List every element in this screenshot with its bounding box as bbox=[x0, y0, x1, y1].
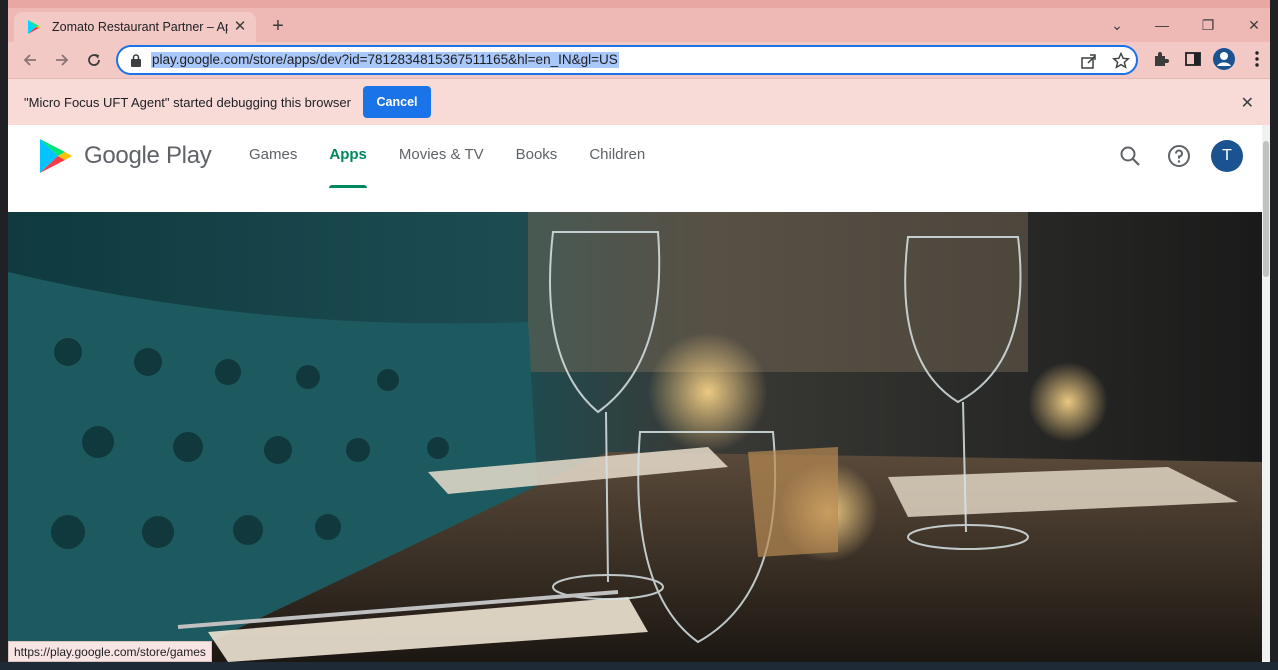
new-tab-button[interactable]: + bbox=[266, 15, 290, 39]
browser-chrome: Zomato Restaurant Partner – App ✕ + ⌄ — … bbox=[8, 8, 1270, 125]
tab-title: Zomato Restaurant Partner – App bbox=[52, 20, 228, 34]
search-icon[interactable] bbox=[1116, 142, 1144, 170]
url-text[interactable]: play.google.com/store/apps/dev?id=781283… bbox=[151, 52, 619, 68]
web-page: Google Play Games Apps Movies & TV Books… bbox=[8, 125, 1270, 662]
menu-kebab-icon[interactable] bbox=[1248, 50, 1266, 68]
browser-window: Zomato Restaurant Partner – App ✕ + ⌄ — … bbox=[0, 0, 1278, 670]
cancel-button[interactable]: Cancel bbox=[363, 86, 431, 118]
forward-icon[interactable] bbox=[49, 47, 75, 73]
bookmark-star-icon[interactable] bbox=[1112, 52, 1130, 70]
side-panel-icon[interactable] bbox=[1184, 50, 1202, 68]
nav-games[interactable]: Games bbox=[233, 125, 313, 188]
google-play-logo[interactable]: Google Play bbox=[38, 137, 212, 175]
back-icon[interactable] bbox=[17, 47, 43, 73]
page-scrollbar[interactable] bbox=[1262, 125, 1270, 662]
play-triangle-icon bbox=[40, 139, 72, 173]
infobar-text: "Micro Focus UFT Agent" started debuggin… bbox=[24, 95, 351, 110]
tab-search-icon[interactable]: ⌄ bbox=[1099, 13, 1135, 37]
window-edge-left bbox=[0, 0, 8, 670]
tab-strip: Zomato Restaurant Partner – App ✕ + ⌄ — … bbox=[8, 8, 1270, 42]
reload-icon[interactable] bbox=[81, 47, 107, 73]
google-play-favicon-icon bbox=[28, 20, 41, 34]
extensions-icon[interactable] bbox=[1152, 50, 1170, 68]
infobar-close-icon[interactable]: ✕ bbox=[1241, 93, 1254, 113]
address-bar[interactable]: play.google.com/store/apps/dev?id=781283… bbox=[116, 45, 1138, 75]
hero-banner-image bbox=[8, 212, 1262, 662]
window-edge-right bbox=[1270, 0, 1278, 670]
status-url-bubble: https://play.google.com/store/games bbox=[8, 641, 212, 662]
scrollbar-thumb[interactable] bbox=[1263, 141, 1269, 277]
lock-icon[interactable] bbox=[131, 54, 141, 67]
close-window-icon[interactable]: ✕ bbox=[1236, 13, 1272, 37]
nav-apps[interactable]: Apps bbox=[313, 125, 383, 188]
help-icon[interactable] bbox=[1165, 142, 1193, 170]
browser-tab[interactable]: Zomato Restaurant Partner – App ✕ bbox=[14, 12, 256, 42]
minimize-icon[interactable]: — bbox=[1144, 13, 1180, 37]
nav-movies-tv[interactable]: Movies & TV bbox=[383, 125, 500, 188]
play-nav: Games Apps Movies & TV Books Children bbox=[233, 125, 661, 212]
profile-icon[interactable] bbox=[1212, 47, 1236, 71]
browser-toolbar: play.google.com/store/apps/dev?id=781283… bbox=[8, 42, 1270, 78]
avatar[interactable]: T bbox=[1211, 140, 1243, 172]
google-play-wordmark: Google Play bbox=[84, 142, 212, 169]
debugging-infobar: "Micro Focus UFT Agent" started debuggin… bbox=[8, 78, 1270, 125]
play-header: Google Play Games Apps Movies & TV Books… bbox=[8, 125, 1262, 212]
tab-close-icon[interactable]: ✕ bbox=[232, 19, 248, 35]
share-icon[interactable] bbox=[1080, 52, 1098, 70]
os-taskbar bbox=[0, 662, 1278, 670]
nav-books[interactable]: Books bbox=[500, 125, 574, 188]
restore-icon[interactable]: ❐ bbox=[1190, 13, 1226, 37]
restaurant-table-photo-icon bbox=[8, 212, 1262, 662]
nav-children[interactable]: Children bbox=[573, 125, 661, 188]
